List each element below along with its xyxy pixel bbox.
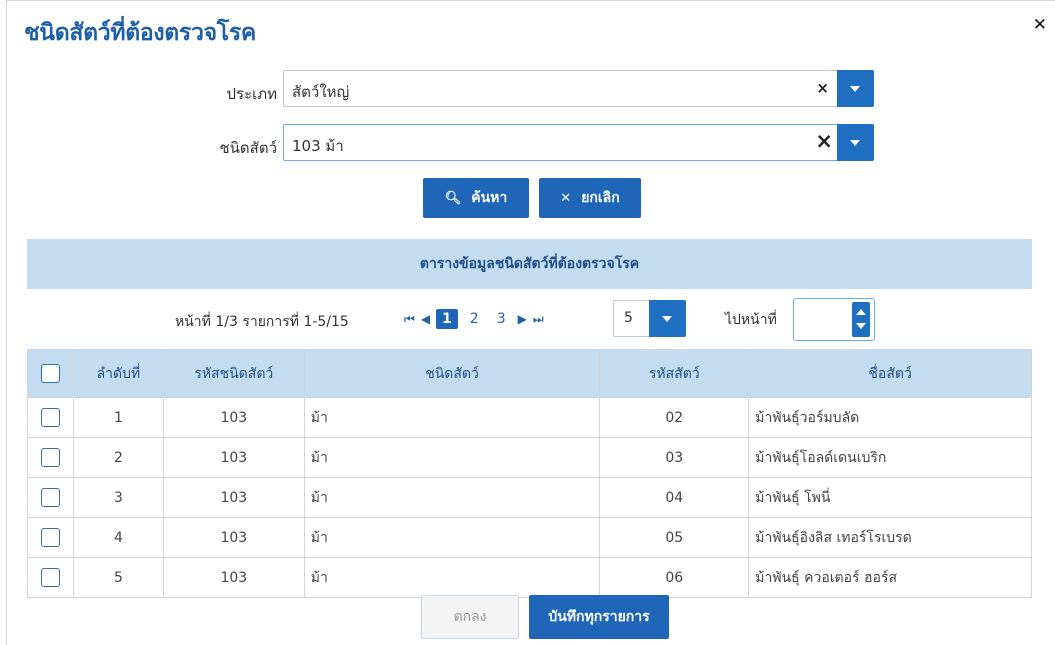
species-label: ชนิดสัตว์ [219, 139, 278, 157]
col-header-type-code: รหัสชนิดสัตว์ [162, 349, 305, 398]
cell-name: ม้าพันธุ์ โพนี่ [748, 477, 1032, 518]
cell-no: 5 [72, 557, 164, 598]
clear-icon[interactable]: × [815, 129, 833, 153]
clear-icon[interactable]: × [816, 79, 829, 97]
close-icon[interactable]: ✕ [1033, 15, 1047, 35]
row-checkbox[interactable] [40, 488, 60, 507]
cell-code: 02 [599, 397, 750, 438]
pager: หน้าที่ 1/3 รายการที่ 1-5/15 ⏮ ◀ 1 2 3 ▶… [27, 289, 1032, 349]
cell-type-name: ม้า [303, 397, 601, 438]
type-label: ประเภท [226, 85, 277, 103]
cell-type-name: ม้า [303, 437, 601, 478]
cancel-button[interactable]: ✕ ยกเลิก [539, 178, 641, 218]
cell-type-name: ม้า [303, 477, 601, 518]
cell-type-name: ม้า [303, 557, 601, 598]
cell-type-code: 103 [162, 517, 305, 558]
goto-page-input[interactable] [793, 298, 875, 341]
data-table: ลำดับที่ รหัสชนิดสัตว์ ชนิดสัตว์ รหัสสัต… [27, 349, 1032, 598]
cancel-button-label: ยกเลิก [581, 190, 620, 206]
col-header-code: รหัสสัตว์ [599, 349, 750, 398]
table-row[interactable]: 5 103 ม้า 06 ม้าพันธุ์ ควอเตอร์ ฮอร์ส [27, 557, 1032, 598]
cell-code: 03 [599, 437, 750, 478]
search-button[interactable]: 🔍︎ ค้นหา [423, 178, 529, 218]
cell-name: ม้าพันธุ์ ควอเตอร์ ฮอร์ส [748, 557, 1032, 598]
pager-info: หน้าที่ 1/3 รายการที่ 1-5/15 [175, 314, 349, 330]
cell-code: 06 [599, 557, 750, 598]
species-select-value: 103 ม้า [292, 137, 344, 155]
cell-name: ม้าพันธุ์วอร์มบลัด [748, 397, 1032, 438]
cell-code: 04 [599, 477, 750, 518]
chevron-down-icon[interactable] [837, 124, 874, 161]
page-link-1[interactable]: 1 [436, 309, 458, 329]
search-button-label: ค้นหา [471, 190, 508, 206]
cell-type-code: 103 [162, 477, 305, 518]
select-all-checkbox[interactable] [40, 364, 60, 383]
page-size-select[interactable]: 5 [613, 300, 686, 337]
table-header-row: ลำดับที่ รหัสชนิดสัตว์ ชนิดสัตว์ รหัสสัต… [27, 349, 1032, 398]
chevron-down-icon[interactable] [649, 300, 686, 337]
search-icon: 🔍︎ [444, 190, 462, 206]
save-all-button[interactable]: บันทึกทุกรายการ [529, 595, 669, 639]
cell-type-code: 103 [162, 437, 305, 478]
page-link-3[interactable]: 3 [491, 309, 512, 329]
prev-page-icon[interactable]: ◀ [421, 312, 430, 326]
table-row[interactable]: 4 103 ม้า 05 ม้าพันธุ์อิงลิส เทอร์โรเบรด [27, 517, 1032, 558]
cell-no: 3 [72, 477, 164, 518]
cell-no: 4 [72, 517, 164, 558]
col-header-no: ลำดับที่ [72, 349, 164, 398]
dialog-title: ชนิดสัตว์ที่ต้องตรวจโรค [24, 20, 256, 46]
species-select[interactable]: 103 ม้า × [283, 124, 874, 161]
cell-no: 2 [72, 437, 164, 478]
row-checkbox[interactable] [40, 568, 60, 587]
cell-type-code: 103 [162, 557, 305, 598]
cell-type-name: ม้า [303, 517, 601, 558]
grid-heading: ตารางข้อมูลชนิดสัตว์ที่ต้องตรวจโรค [27, 239, 1032, 289]
col-header-name: ชื่อสัตว์ [748, 349, 1032, 398]
table-row[interactable]: 2 103 ม้า 03 ม้าพันธุ์โอลด์เดนเบริก [27, 437, 1032, 478]
type-select[interactable]: สัตว์ใหญ่ × [283, 70, 874, 107]
col-header-type-name: ชนิดสัตว์ [303, 349, 601, 398]
first-page-icon[interactable]: ⏮ [404, 312, 415, 327]
cell-code: 05 [599, 517, 750, 558]
next-page-icon[interactable]: ▶ [518, 312, 527, 326]
select-all-checkbox-cell[interactable] [27, 349, 74, 398]
cell-name: ม้าพันธุ์อิงลิส เทอร์โรเบรด [748, 517, 1032, 558]
row-checkbox[interactable] [40, 448, 60, 467]
chevron-down-icon[interactable] [837, 70, 874, 107]
ok-button[interactable]: ตกลง [421, 595, 519, 639]
goto-page-label: ไปหน้าที่ [725, 312, 777, 328]
page-size-value: 5 [624, 310, 633, 326]
table-row[interactable]: 3 103 ม้า 04 ม้าพันธุ์ โพนี่ [27, 477, 1032, 518]
dialog: ชนิดสัตว์ที่ต้องตรวจโรค ✕ ประเภท สัตว์ให… [6, 0, 1055, 645]
last-page-icon[interactable]: ⏭ [533, 312, 544, 327]
row-checkbox[interactable] [40, 408, 60, 427]
table-row[interactable]: 1 103 ม้า 02 ม้าพันธุ์วอร์มบลัด [27, 397, 1032, 438]
cell-type-code: 103 [162, 397, 305, 438]
cell-name: ม้าพันธุ์โอลด์เดนเบริก [748, 437, 1032, 478]
type-select-value: สัตว์ใหญ่ [292, 83, 350, 101]
spinner-icon[interactable] [852, 302, 870, 337]
row-checkbox[interactable] [40, 528, 60, 547]
close-icon: ✕ [560, 190, 572, 206]
pager-nav: ⏮ ◀ 1 2 3 ▶ ⏭ [404, 309, 544, 329]
page-link-2[interactable]: 2 [464, 309, 485, 329]
cell-no: 1 [72, 397, 164, 438]
